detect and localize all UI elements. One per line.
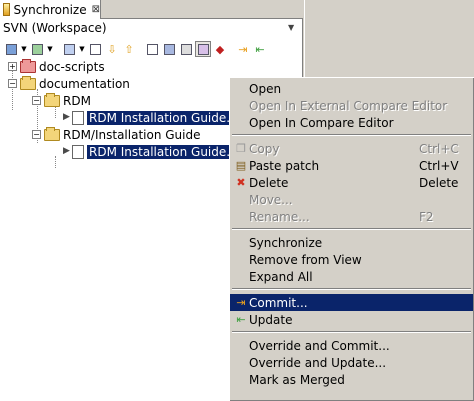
down-arrow-icon[interactable]: ⇩ [104, 41, 120, 57]
sync-icon[interactable] [29, 41, 45, 57]
menu-item-label: Synchronize [249, 235, 323, 250]
menu-item-label: Remove from View [249, 252, 362, 267]
layout-icon[interactable] [61, 41, 77, 57]
collapse-icon[interactable] [87, 41, 103, 57]
menu-separator [232, 331, 471, 333]
menu-item-label: Update [249, 312, 293, 327]
view-subtitle: SVN (Workspace) [3, 21, 107, 35]
menu-item-override-and-commit[interactable]: Override and Commit... [230, 337, 473, 354]
tree-item-label: documentation [39, 76, 130, 91]
view-menu-icon[interactable]: ▼ [288, 23, 294, 32]
menu-item-copy[interactable]: ❐ Copy Ctrl+C [230, 140, 473, 157]
commit-icon[interactable]: ⇥ [235, 41, 251, 57]
chevron-down-icon[interactable]: ▼ [20, 41, 28, 57]
commit-icon: ⇥ [236, 296, 246, 309]
menu-item-expand-all[interactable]: Expand All [230, 268, 473, 285]
menu-separator [232, 134, 471, 136]
menu-item-label: Commit... [249, 295, 308, 310]
outgoing-file-icon [63, 110, 84, 125]
expand-all-icon[interactable] [144, 41, 160, 57]
tree-item-label: doc-scripts [39, 59, 105, 74]
pin-icon[interactable] [3, 41, 19, 57]
tree-item-label: RDM Installation Guide.pdf [87, 110, 252, 125]
tree-item-label: RDM/Installation Guide [63, 127, 201, 142]
close-icon[interactable]: ⊠ [92, 4, 100, 15]
collapse-icon[interactable]: − [32, 96, 41, 105]
menu-item-commit[interactable]: ⇥ Commit... [230, 294, 473, 311]
menu-item-accelerator: F2 [419, 209, 434, 224]
tree-item-documentation[interactable]: − documentation [8, 75, 130, 92]
menu-item-remove-from-view[interactable]: Remove from View [230, 251, 473, 268]
menu-item-label: Open In External Compare Editor [249, 98, 448, 113]
toolbar-separator [229, 41, 234, 57]
project-icon [20, 75, 36, 90]
menu-item-label: Override and Commit... [249, 338, 390, 353]
tree-item-label: RDM [63, 93, 91, 108]
menu-item-label: Mark as Merged [249, 372, 345, 387]
tree-item-rdm-installation-guide-pdf[interactable]: RDM Installation Guide.pdf [63, 109, 252, 126]
context-menu: Open Open In External Compare Editor Ope… [229, 77, 474, 401]
menu-item-label: Copy [249, 141, 280, 156]
menu-item-label: Expand All [249, 269, 313, 284]
tree-item-rdm-installation-guide[interactable]: − RDM/Installation Guide [32, 126, 201, 143]
toolbar-separator [138, 41, 143, 57]
menu-item-accelerator: Ctrl+C [419, 141, 459, 156]
collapse-icon[interactable]: − [8, 79, 17, 88]
delete-icon: ✖ [236, 176, 246, 189]
menu-item-open[interactable]: Open [230, 80, 473, 97]
collapse-icon[interactable]: − [32, 130, 41, 139]
menu-item-label: Open [249, 81, 282, 96]
menu-item-delete[interactable]: ✖ Delete Delete [230, 174, 473, 191]
menu-item-synchronize[interactable]: Synchronize [230, 234, 473, 251]
menu-item-override-and-update[interactable]: Override and Update... [230, 354, 473, 371]
outgoing-file-icon [63, 144, 84, 159]
copy-icon: ❐ [236, 142, 246, 155]
view-tab-bar: Synchronize ⊠ [0, 0, 303, 19]
menu-item-label: Delete [249, 175, 289, 190]
synchronize-icon [3, 3, 11, 16]
view-toolbar: ▼ ▼ ▼ ⇩ ⇧ ◆ ⇥ ⇤ [0, 39, 303, 59]
folder-icon [44, 126, 60, 141]
menu-item-label: Override and Update... [249, 355, 387, 370]
expand-icon[interactable]: + [8, 62, 17, 71]
up-arrow-icon[interactable]: ⇧ [121, 41, 137, 57]
menu-item-open-external-compare[interactable]: Open In External Compare Editor [230, 97, 473, 114]
menu-item-update[interactable]: ⇤ Update [230, 311, 473, 328]
remove-icon[interactable]: ◆ [212, 41, 228, 57]
menu-separator [232, 288, 471, 290]
tree-item-rdm[interactable]: − RDM [32, 92, 91, 109]
tab-label: Synchronize [13, 2, 87, 17]
menu-item-move[interactable]: Move... [230, 191, 473, 208]
tree-item-doc-scripts[interactable]: + doc-scripts [8, 58, 105, 75]
menu-item-label: Move... [249, 192, 293, 207]
paste-icon: ▤ [235, 159, 247, 172]
incoming-icon[interactable] [178, 41, 194, 57]
menu-item-open-compare-editor[interactable]: Open In Compare Editor [230, 114, 473, 131]
menu-item-accelerator: Delete [419, 175, 459, 190]
update-icon: ⇤ [236, 313, 246, 326]
menu-item-label: Rename... [249, 209, 310, 224]
menu-item-mark-as-merged[interactable]: Mark as Merged [230, 371, 473, 388]
menu-item-rename[interactable]: Rename... F2 [230, 208, 473, 225]
toolbar-separator [55, 41, 60, 57]
chevron-down-icon[interactable]: ▼ [46, 41, 54, 57]
menu-item-label: Open In Compare Editor [249, 115, 394, 130]
chevron-down-icon[interactable]: ▼ [78, 41, 86, 57]
tab-synchronize[interactable]: Synchronize ⊠ [0, 0, 101, 19]
menu-item-label: Paste patch [249, 158, 320, 173]
folder-icon [44, 92, 60, 107]
menu-item-accelerator: Ctrl+V [419, 158, 459, 173]
link-icon[interactable] [161, 41, 177, 57]
menu-separator [232, 228, 471, 230]
project-icon [20, 58, 36, 73]
menu-item-paste-patch[interactable]: ▤ Paste patch Ctrl+V [230, 157, 473, 174]
update-icon[interactable]: ⇤ [252, 41, 268, 57]
outgoing-mode-icon[interactable] [195, 41, 211, 57]
